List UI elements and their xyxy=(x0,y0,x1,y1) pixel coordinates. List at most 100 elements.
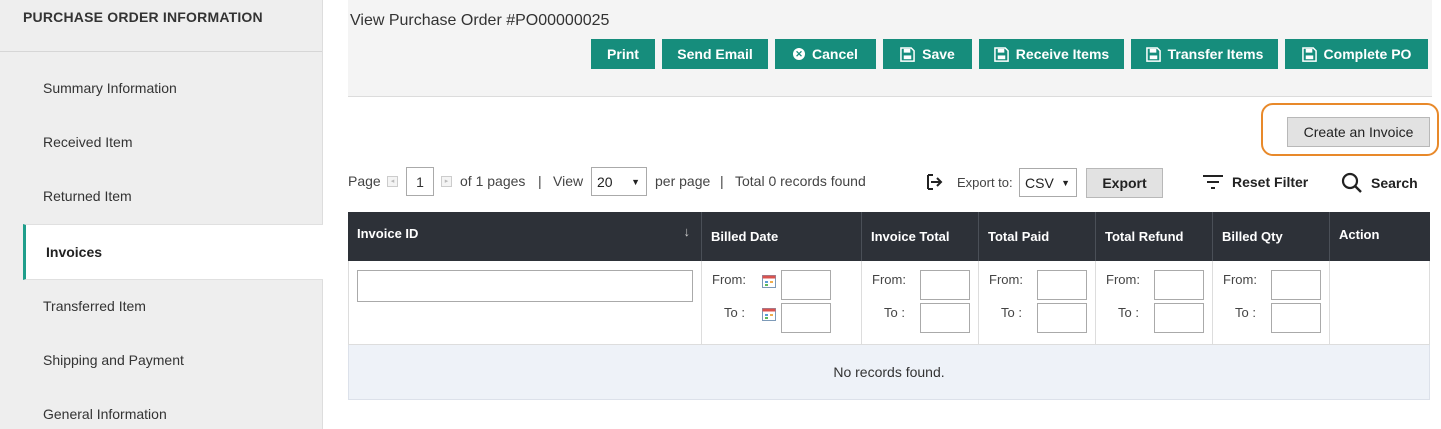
to-label: To : xyxy=(1235,305,1256,320)
caret-down-icon: ▼ xyxy=(631,177,640,187)
column-header-total-refund[interactable]: Total Refund xyxy=(1096,212,1213,261)
sidebar-item-transferred-item[interactable]: Transferred Item xyxy=(23,279,323,333)
complete-po-button[interactable]: Complete PO xyxy=(1285,39,1428,69)
sidebar-item-label: Summary Information xyxy=(43,80,177,96)
column-header-label: Invoice ID xyxy=(357,226,419,241)
sidebar-item-general-information[interactable]: General Information xyxy=(23,387,323,429)
billed-qty-to-input[interactable] xyxy=(1271,303,1321,333)
column-header-total-paid[interactable]: Total Paid xyxy=(979,212,1096,261)
save-button-label: Save xyxy=(922,46,955,62)
column-header-label: Invoice Total xyxy=(871,229,950,244)
caret-down-icon: ▼ xyxy=(1061,178,1070,188)
export-format-select[interactable]: CSV ▼ xyxy=(1019,168,1077,197)
to-label: To : xyxy=(884,305,905,320)
cancel-button-label: Cancel xyxy=(812,46,858,62)
send-email-button-label: Send Email xyxy=(677,46,753,62)
page-number-input[interactable] xyxy=(406,167,434,196)
total-records-text: Total 0 records found xyxy=(735,173,866,189)
to-label: To : xyxy=(1118,305,1139,320)
search-button[interactable]: Search xyxy=(1341,172,1418,194)
total-paid-to-input[interactable] xyxy=(1037,303,1087,333)
view-label: View xyxy=(553,173,584,189)
create-invoice-button[interactable]: Create an Invoice xyxy=(1287,117,1430,147)
from-label: From: xyxy=(872,272,906,287)
transfer-items-button[interactable]: Transfer Items xyxy=(1131,39,1278,69)
calendar-icon[interactable] xyxy=(762,274,776,288)
column-header-action: Action xyxy=(1330,212,1430,261)
sidebar: PURCHASE ORDER INFORMATION Summary Infor… xyxy=(0,0,323,429)
billed-date-to-input[interactable] xyxy=(781,303,831,333)
from-label: From: xyxy=(989,272,1023,287)
sidebar-item-label: General Information xyxy=(43,406,167,422)
filter-row: From: To : From: To : From: To : From: T… xyxy=(348,261,1430,345)
receive-items-button-label: Receive Items xyxy=(1015,46,1110,62)
separator: | xyxy=(720,173,724,189)
prev-page-icon[interactable]: ◂ xyxy=(387,176,398,187)
column-header-label: Billed Date xyxy=(711,229,779,244)
per-page-value: 20 xyxy=(597,173,613,190)
sidebar-item-shipping-and-payment[interactable]: Shipping and Payment xyxy=(23,333,323,387)
empty-state-message: No records found. xyxy=(833,364,945,380)
next-page-icon[interactable]: ▸ xyxy=(441,176,452,187)
sort-arrow-down-icon[interactable]: ↓ xyxy=(684,224,691,239)
page-label: Page xyxy=(348,173,381,189)
per-page-select[interactable]: 20 ▼ xyxy=(591,167,647,196)
total-refund-to-input[interactable] xyxy=(1154,303,1204,333)
table-header: Invoice ID ↓ Billed Date Invoice Total T… xyxy=(348,212,1430,261)
filter-cell-total-refund: From: To : xyxy=(1096,261,1213,344)
invoice-total-to-input[interactable] xyxy=(920,303,970,333)
invoice-id-filter-input[interactable] xyxy=(357,270,693,302)
save-icon xyxy=(1301,46,1317,62)
filter-cell-billed-date: From: To : xyxy=(702,261,862,344)
sidebar-item-label: Received Item xyxy=(43,134,133,150)
search-icon xyxy=(1341,172,1362,193)
sidebar-item-summary-information[interactable]: Summary Information xyxy=(23,61,323,115)
sidebar-item-label: Invoices xyxy=(46,244,103,260)
column-header-invoice-total[interactable]: Invoice Total xyxy=(862,212,979,261)
complete-po-button-label: Complete PO xyxy=(1323,46,1412,62)
sidebar-item-label: Transferred Item xyxy=(43,298,146,314)
cancel-button[interactable]: ✕ Cancel xyxy=(775,39,876,69)
reset-filter-label: Reset Filter xyxy=(1232,174,1309,190)
cancel-circle-icon: ✕ xyxy=(793,48,806,60)
transfer-items-button-label: Transfer Items xyxy=(1167,46,1264,62)
column-header-billed-date[interactable]: Billed Date xyxy=(702,212,862,261)
save-icon xyxy=(900,46,915,62)
print-button[interactable]: Print xyxy=(591,39,655,69)
page-count-text: of 1 pages xyxy=(460,173,526,189)
billed-qty-from-input[interactable] xyxy=(1271,270,1321,300)
po-header: View Purchase Order #PO00000025 Print Se… xyxy=(348,0,1432,97)
save-button[interactable]: Save xyxy=(883,39,972,69)
from-label: From: xyxy=(1223,272,1257,287)
sidebar-item-returned-item[interactable]: Returned Item xyxy=(23,169,323,223)
print-button-label: Print xyxy=(607,46,639,62)
sidebar-item-received-item[interactable]: Received Item xyxy=(23,115,323,169)
reset-filter-button[interactable]: Reset Filter xyxy=(1202,174,1308,190)
total-paid-from-input[interactable] xyxy=(1037,270,1087,300)
from-label: From: xyxy=(1106,272,1140,287)
filter-icon xyxy=(1203,175,1223,189)
column-header-label: Total Refund xyxy=(1105,229,1184,244)
export-icon xyxy=(927,174,943,190)
send-email-button[interactable]: Send Email xyxy=(662,39,768,69)
column-header-billed-qty[interactable]: Billed Qty xyxy=(1213,212,1330,261)
calendar-icon[interactable] xyxy=(762,307,776,321)
create-invoice-button-label: Create an Invoice xyxy=(1303,124,1414,140)
per-page-label: per page xyxy=(655,173,711,189)
filter-cell-invoice-id xyxy=(349,261,702,344)
total-refund-from-input[interactable] xyxy=(1154,270,1204,300)
receive-items-button[interactable]: Receive Items xyxy=(979,39,1124,69)
column-header-label: Billed Qty xyxy=(1222,229,1283,244)
invoice-total-from-input[interactable] xyxy=(920,270,970,300)
save-icon xyxy=(1145,46,1161,62)
sidebar-item-invoices[interactable]: Invoices xyxy=(23,224,323,280)
column-header-label: Action xyxy=(1339,227,1380,242)
to-label: To : xyxy=(724,305,745,320)
billed-date-from-input[interactable] xyxy=(781,270,831,300)
export-button[interactable]: Export xyxy=(1086,168,1163,198)
export-format-value: CSV xyxy=(1025,174,1054,191)
empty-state-row: No records found. xyxy=(348,345,1430,400)
filter-cell-total-paid: From: To : xyxy=(979,261,1096,344)
column-header-invoice-id[interactable]: Invoice ID ↓ xyxy=(348,212,702,261)
save-icon xyxy=(993,46,1009,62)
